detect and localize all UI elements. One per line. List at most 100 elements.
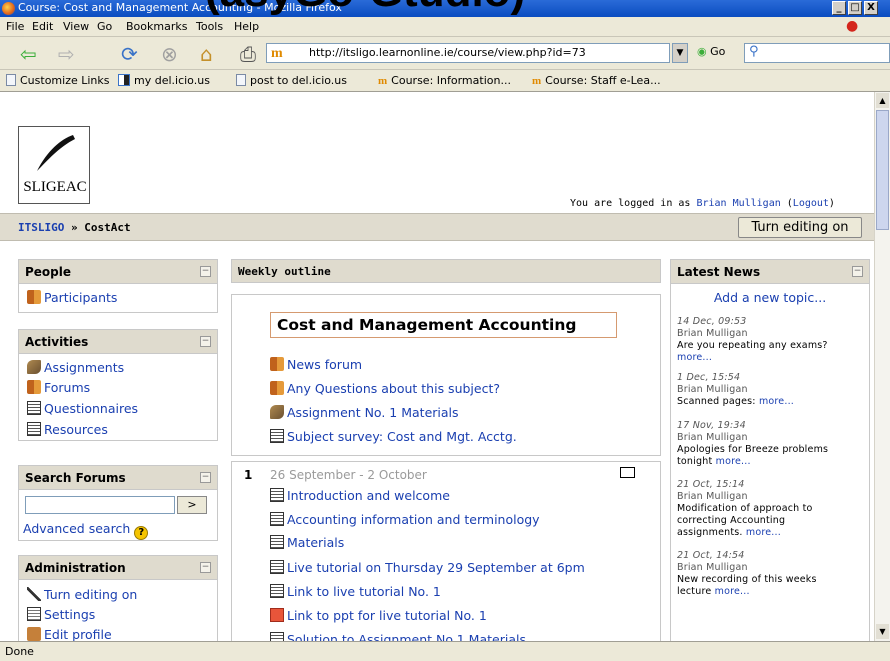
- maximize-button[interactable]: □: [848, 1, 862, 15]
- help-icon[interactable]: ?: [134, 526, 149, 540]
- minimize-button[interactable]: _: [832, 1, 846, 15]
- search-input[interactable]: ⚲: [744, 43, 890, 63]
- print-icon[interactable]: ⎙: [240, 43, 256, 65]
- link-label: Turn editing on: [44, 587, 138, 602]
- assignments-link[interactable]: Assignments: [27, 360, 124, 375]
- resource-icon: [270, 512, 284, 526]
- settings-link[interactable]: Settings: [27, 607, 95, 622]
- url-field[interactable]: m http://itsligo.learnonline.ie/course/v…: [266, 43, 670, 63]
- news-more-link[interactable]: more...: [759, 396, 794, 407]
- link-label: Resources: [44, 422, 108, 437]
- scroll-thumb[interactable]: [876, 110, 889, 230]
- url-dropdown-button[interactable]: ▼: [672, 43, 688, 63]
- link-label: Live tutorial on Thursday 29 September a…: [287, 560, 585, 575]
- home-icon[interactable]: ⌂: [200, 43, 213, 65]
- news-item: tonight more...: [677, 456, 751, 467]
- link-label: Link to live tutorial No. 1: [287, 584, 441, 599]
- resource-icon: [270, 488, 284, 502]
- news-more-link[interactable]: more...: [715, 586, 750, 597]
- admin-turn-editing-link[interactable]: Turn editing on: [27, 587, 137, 602]
- block-title: Latest News: [677, 265, 761, 279]
- collapse-icon[interactable]: −: [852, 266, 863, 277]
- link-label: Settings: [44, 607, 96, 622]
- materials-link[interactable]: Materials: [270, 535, 344, 550]
- close-button[interactable]: X: [864, 1, 878, 15]
- collapse-icon[interactable]: −: [200, 472, 211, 483]
- week-dates: 26 September - 2 October: [270, 468, 427, 482]
- section-title: Weekly outline: [238, 265, 331, 278]
- status-text: Done: [5, 645, 34, 658]
- introduction-link[interactable]: Introduction and welcome: [270, 488, 450, 503]
- menu-file[interactable]: File: [6, 20, 24, 33]
- menu-view[interactable]: View: [63, 20, 89, 33]
- participants-link[interactable]: Participants: [27, 290, 117, 305]
- page-icon: [6, 74, 16, 86]
- url-text: http://itsligo.learnonline.ie/course/vie…: [309, 46, 586, 59]
- bookmark-post-delicious[interactable]: post to del.icio.us: [236, 74, 347, 87]
- assignment-materials-link[interactable]: Assignment No. 1 Materials: [270, 405, 459, 420]
- bookmark-my-delicious[interactable]: my del.icio.us: [118, 74, 210, 87]
- questions-forum-link[interactable]: Any Questions about this subject?: [270, 381, 500, 396]
- breadcrumb-itsligo[interactable]: ITSLIGO: [18, 221, 64, 234]
- news-text: Scanned pages:: [677, 396, 756, 407]
- stop-icon[interactable]: ⊗: [161, 43, 178, 65]
- news-text: New recording of this weeks: [677, 574, 817, 585]
- news-more-link[interactable]: more...: [716, 456, 751, 467]
- reload-icon[interactable]: ⟳: [121, 43, 138, 65]
- menu-help[interactable]: Help: [234, 20, 259, 33]
- ppt-link[interactable]: Link to ppt for live tutorial No. 1: [270, 608, 487, 623]
- menu-go[interactable]: Go: [97, 20, 112, 33]
- menu-edit[interactable]: Edit: [32, 20, 53, 33]
- go-button[interactable]: ◉ Go: [697, 45, 725, 58]
- turn-editing-on-button[interactable]: Turn editing on: [738, 217, 862, 238]
- user-link[interactable]: Brian Mulligan: [696, 198, 780, 209]
- institution-logo[interactable]: SLIGEAC: [18, 126, 90, 204]
- pencil-icon: [27, 587, 41, 601]
- collapse-icon[interactable]: −: [200, 336, 211, 347]
- forward-icon[interactable]: ⇨: [58, 43, 75, 65]
- menu-bookmarks[interactable]: Bookmarks: [126, 20, 187, 33]
- add-topic-link[interactable]: Add a new topic...: [671, 290, 869, 305]
- moodle-icon: m: [378, 75, 388, 87]
- show-only-week-icon[interactable]: [620, 467, 635, 478]
- menu-tools[interactable]: Tools: [196, 20, 223, 33]
- delicious-icon: [118, 74, 130, 86]
- search-icon: ⚲: [749, 44, 759, 59]
- news-more-link[interactable]: more...: [746, 527, 781, 538]
- link-label: Accounting information and terminology: [287, 512, 540, 527]
- collapse-icon[interactable]: −: [200, 266, 211, 277]
- scroll-up-icon[interactable]: ▲: [876, 93, 889, 108]
- forum-search-button[interactable]: >: [177, 496, 207, 514]
- resources-link[interactable]: Resources: [27, 422, 108, 437]
- live-tutorial-link[interactable]: Live tutorial on Thursday 29 September a…: [270, 560, 585, 575]
- news-forum-link[interactable]: News forum: [270, 357, 362, 372]
- stop-indicator-icon: ●: [846, 18, 859, 34]
- news-author: Brian Mulligan: [677, 491, 748, 502]
- search-forums-header: Search Forums −: [19, 466, 217, 490]
- news-more-link[interactable]: more...: [677, 352, 712, 363]
- bookmark-course-staff[interactable]: m Course: Staff e-Lea...: [532, 74, 661, 87]
- logout-link[interactable]: Logout: [793, 198, 829, 209]
- subject-survey-link[interactable]: Subject survey: Cost and Mgt. Acctg.: [270, 429, 517, 444]
- edit-profile-link[interactable]: Edit profile: [27, 627, 112, 641]
- solution-link[interactable]: Solution to Assignment No.1 Materials: [270, 632, 526, 641]
- link-label: Solution to Assignment No.1 Materials: [287, 632, 526, 641]
- page-content: SLIGEAC You are logged in as Brian Mulli…: [0, 92, 874, 641]
- forum-search-input[interactable]: [25, 496, 175, 514]
- menu-bar: File Edit View Go Bookmarks Tools Help ●: [0, 17, 890, 37]
- forums-link[interactable]: Forums: [27, 380, 90, 395]
- collapse-icon[interactable]: −: [200, 562, 211, 573]
- questionnaires-link[interactable]: Questionnaires: [27, 401, 138, 416]
- accounting-info-link[interactable]: Accounting information and terminology: [270, 512, 540, 527]
- tutorial-link-1[interactable]: Link to live tutorial No. 1: [270, 584, 441, 599]
- breadcrumb-current: CostAct: [84, 221, 131, 234]
- bookmark-course-information[interactable]: m Course: Information...: [378, 74, 511, 87]
- go-label: Go: [710, 45, 726, 58]
- link-label: Forums: [44, 380, 91, 395]
- advanced-search-link[interactable]: Advanced search ?: [23, 521, 149, 540]
- scroll-down-icon[interactable]: ▼: [876, 624, 889, 639]
- vertical-scrollbar[interactable]: ▲ ▼: [874, 92, 890, 641]
- back-icon[interactable]: ⇦: [20, 43, 37, 65]
- bookmark-customize-links[interactable]: Customize Links: [6, 74, 110, 87]
- block-title: Search Forums: [25, 471, 126, 485]
